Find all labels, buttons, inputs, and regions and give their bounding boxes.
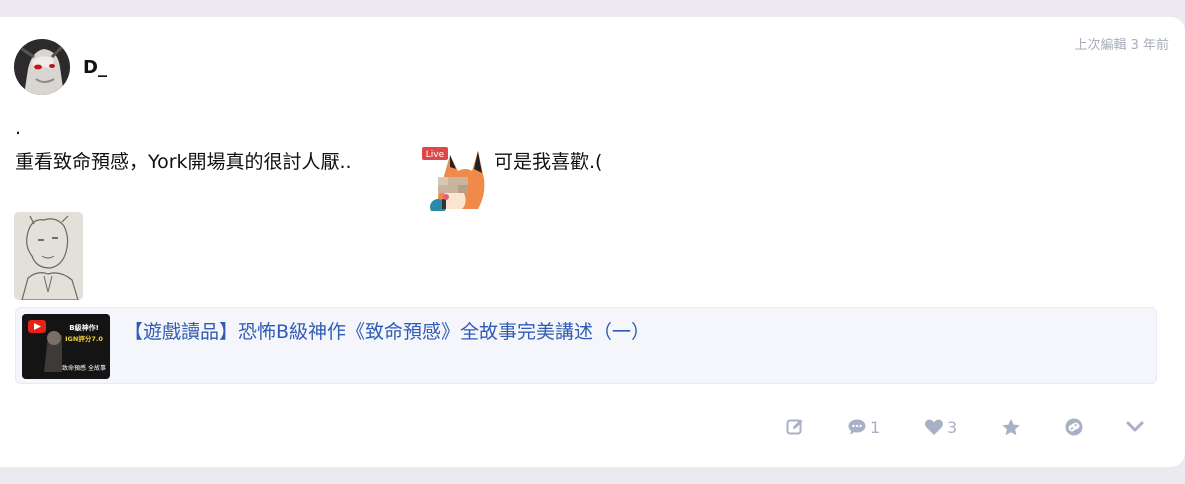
link-preview-title[interactable]: 【遊戲讀品】恐怖B級神作《致命預感》全故事完美講述（一） (124, 317, 650, 344)
thumb-badge-text: B級神作! (69, 323, 99, 332)
live-badge: Live (426, 150, 445, 160)
edit-button[interactable] (786, 415, 804, 439)
action-bar: 1 3 (0, 415, 1185, 439)
video-thumbnail: B級神作! IGN評分7.0 致命預感 全故事 (22, 314, 110, 379)
comment-count: 1 (870, 417, 881, 437)
link-preview-card[interactable]: B級神作! IGN評分7.0 致命預感 全故事 【遊戲讀品】恐怖B級神作《致命預… (15, 307, 1157, 384)
share-button[interactable] (1064, 415, 1084, 439)
fox-sticker: Live (420, 145, 488, 215)
thumb-score-text: IGN評分7.0 (65, 334, 103, 343)
username[interactable]: D_ (83, 57, 107, 78)
comment-button[interactable]: 1 (847, 415, 880, 439)
post-text-line: 重看致命預感，York開場真的很討人厭.. (15, 151, 352, 173)
attached-image[interactable] (14, 212, 83, 300)
thumb-caption-text: 致命預感 全故事 (62, 364, 106, 372)
post-text-line: 可是我喜歡.( (494, 151, 603, 173)
chevron-down-icon (1126, 421, 1144, 432)
post-card: D_ 上次編輯 3 年前 . 重看致命預感，York開場真的很討人厭.. Liv… (0, 17, 1185, 467)
favorite-button[interactable] (1001, 415, 1021, 439)
like-button[interactable]: 3 (924, 415, 957, 439)
post-text-line: . (15, 117, 22, 139)
link-icon (1065, 418, 1083, 436)
avatar[interactable] (14, 39, 70, 95)
like-count: 3 (947, 417, 958, 437)
more-options-button[interactable] (1125, 415, 1145, 439)
heart-icon (925, 419, 943, 435)
edit-icon (786, 419, 803, 435)
star-icon (1002, 418, 1020, 435)
edited-timestamp: 上次編輯 3 年前 (1074, 38, 1169, 53)
comment-icon (848, 419, 866, 435)
